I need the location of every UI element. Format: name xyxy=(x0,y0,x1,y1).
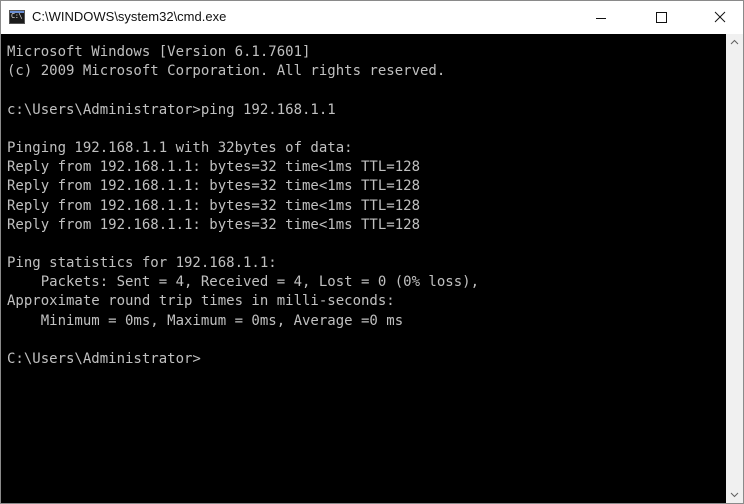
console-line: c:\Users\Administrator>ping 192.168.1.1 xyxy=(7,101,336,118)
console-line: Approximate round trip times in milli-se… xyxy=(7,293,395,310)
window-title: C:\WINDOWS\system32\cmd.exe xyxy=(32,9,227,24)
scroll-up-arrow-icon xyxy=(730,39,739,45)
scroll-down-button[interactable] xyxy=(726,486,743,503)
console-line: (c) 2009 Microsoft Corporation. All righ… xyxy=(7,63,446,80)
scroll-track[interactable] xyxy=(726,51,743,486)
cmd-icon[interactable]: C:\ xyxy=(9,10,25,24)
vertical-scrollbar[interactable] xyxy=(726,34,743,503)
console-line: Reply from 192.168.1.1: bytes=32 time<1m… xyxy=(7,178,421,195)
console-line: Reply from 192.168.1.1: bytes=32 time<1m… xyxy=(7,159,421,176)
console-line: Ping statistics for 192.168.1.1: xyxy=(7,255,277,272)
scroll-up-button[interactable] xyxy=(726,34,743,51)
minimize-button[interactable] xyxy=(578,1,624,34)
console-line: Reply from 192.168.1.1: bytes=32 time<1m… xyxy=(7,216,421,233)
console-output[interactable]: Microsoft Windows [Version 6.1.7601] (c) … xyxy=(1,34,726,503)
console-prompt-line: C:\Users\Administrator> xyxy=(7,351,201,367)
minimize-icon xyxy=(596,18,606,19)
console-line: Microsoft Windows [Version 6.1.7601] xyxy=(7,44,311,60)
console-line: Pinging 192.168.1.1 with 32bytes of data… xyxy=(7,139,353,156)
console-line: Minimum = 0ms, Maximum = 0ms, Average =0… xyxy=(7,312,404,329)
close-button[interactable] xyxy=(697,1,743,34)
title-bar[interactable]: C:\ C:\WINDOWS\system32\cmd.exe xyxy=(1,1,743,34)
console-line: Reply from 192.168.1.1: bytes=32 time<1m… xyxy=(7,197,421,214)
maximize-icon xyxy=(656,12,667,23)
cmd-icon-glyph: C:\ xyxy=(11,12,23,20)
console-line: Packets: Sent = 4, Received = 4, Lost = … xyxy=(7,274,480,291)
console-text: Microsoft Windows [Version 6.1.7601] (c) … xyxy=(1,34,726,369)
scroll-down-arrow-icon xyxy=(730,492,739,498)
cmd-window: C:\ C:\WINDOWS\system32\cmd.exe Microsof… xyxy=(0,0,744,504)
close-icon xyxy=(714,11,726,23)
maximize-button[interactable] xyxy=(638,1,684,34)
